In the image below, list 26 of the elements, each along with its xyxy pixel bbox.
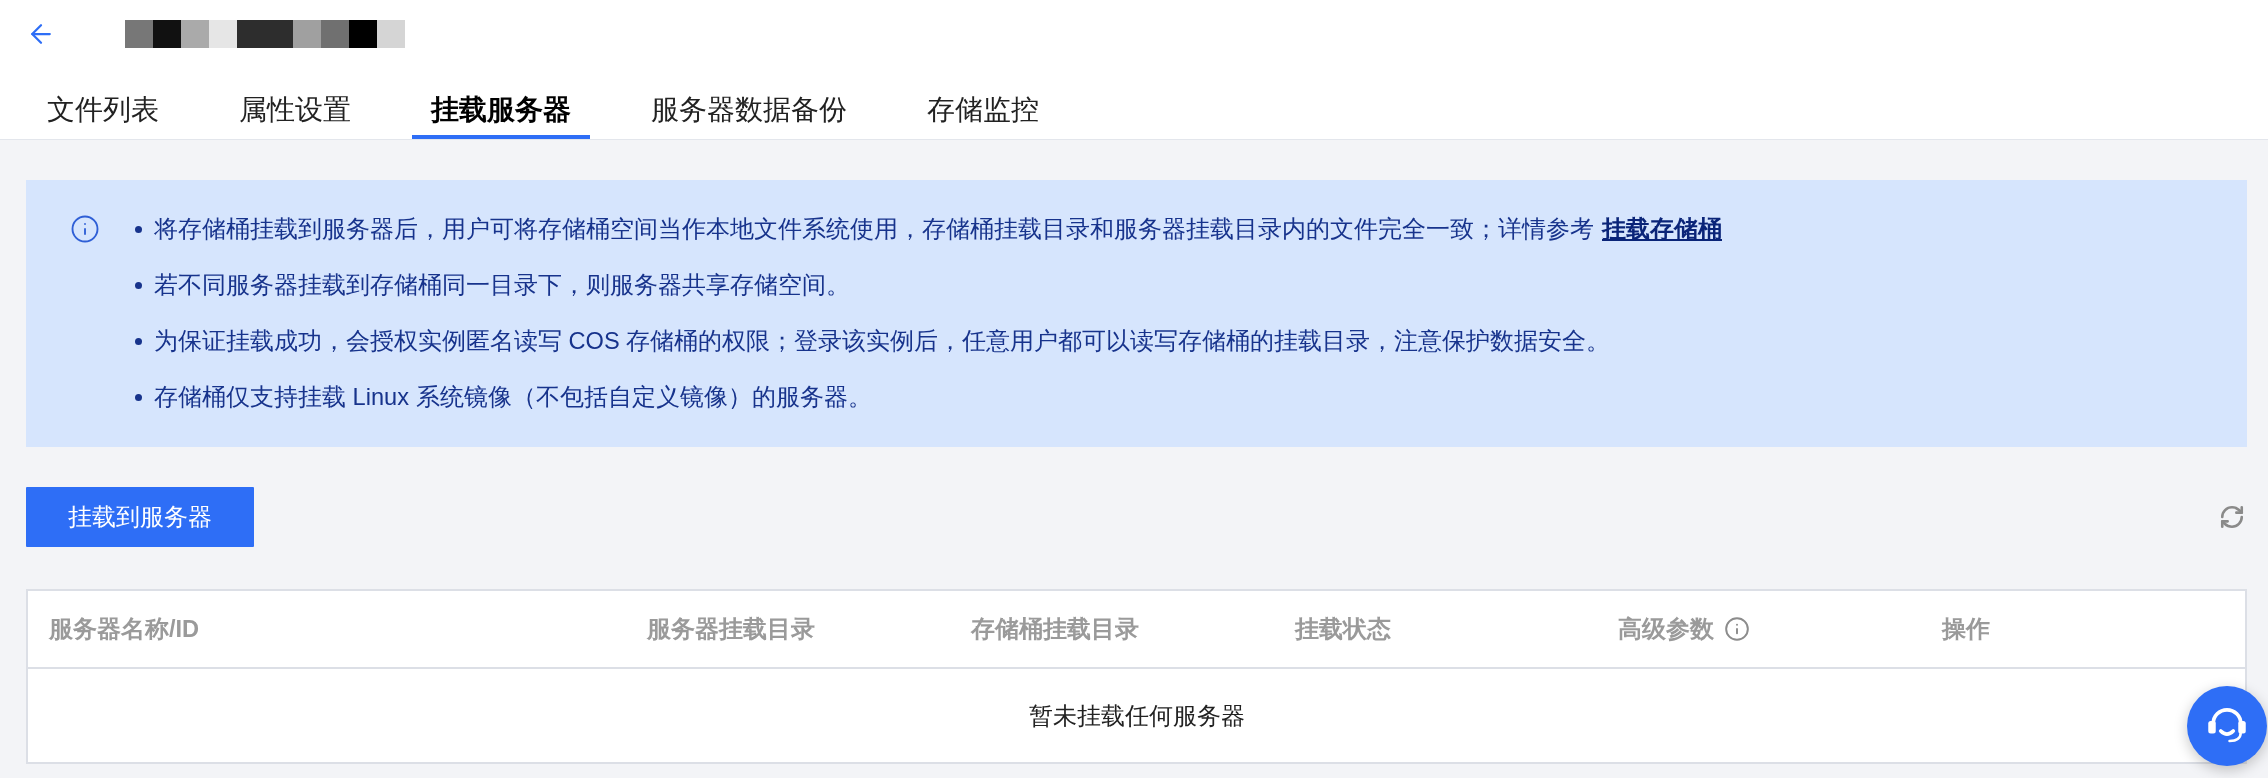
chat-support-button[interactable] <box>2187 686 2267 766</box>
info-icon[interactable] <box>1724 616 1751 642</box>
column-header: 服务器名称/ID <box>49 615 200 644</box>
bullet-icon <box>135 393 142 401</box>
info-icon <box>70 214 100 244</box>
tab[interactable]: 属性设置 <box>220 81 370 139</box>
column-header: 服务器挂载目录 <box>647 615 815 644</box>
empty-state-text: 暂未挂载任何服务器 <box>1028 701 1245 731</box>
tab[interactable]: 存储监控 <box>908 81 1058 139</box>
column-header: 存储桶挂载目录 <box>970 615 1139 644</box>
notice-text: 将存储桶挂载到服务器后，用户可将存储桶空间当作本地文件系统使用，存储桶挂载目录和服务器挂载目录内的文件完全一致；详情参考 挂载存储桶 <box>154 215 1722 244</box>
refresh-icon[interactable] <box>2219 504 2245 530</box>
notice-text: 为保证挂载成功，会授权实例匿名读写 COS 存储桶的权限；登录该实例后，任意用户都可以读写存储桶的挂载目录，注意保护数据安全。 <box>154 327 1611 356</box>
bullet-icon <box>135 281 142 289</box>
bullet-icon <box>135 225 142 233</box>
notice-text: 若不同服务器挂载到存储桶同一目录下，则服务器共享存储空间。 <box>154 271 850 300</box>
bullet-icon <box>135 337 142 345</box>
notice-text: 存储桶仅支持挂载 Linux 系统镜像（不包括自定义镜像）的服务器。 <box>154 383 872 412</box>
tab[interactable]: 挂载服务器 <box>412 81 590 139</box>
tab[interactable]: 服务器数据备份 <box>632 81 866 139</box>
column-header: 挂载状态 <box>1294 615 1391 644</box>
column-header: 高级参数 <box>1618 615 1715 644</box>
mount-button[interactable]: 挂载到服务器 <box>26 487 254 547</box>
tab[interactable]: 文件列表 <box>28 81 178 139</box>
column-header: 操作 <box>1942 615 1991 644</box>
doc-link[interactable]: 挂载存储桶 <box>1602 216 1722 242</box>
